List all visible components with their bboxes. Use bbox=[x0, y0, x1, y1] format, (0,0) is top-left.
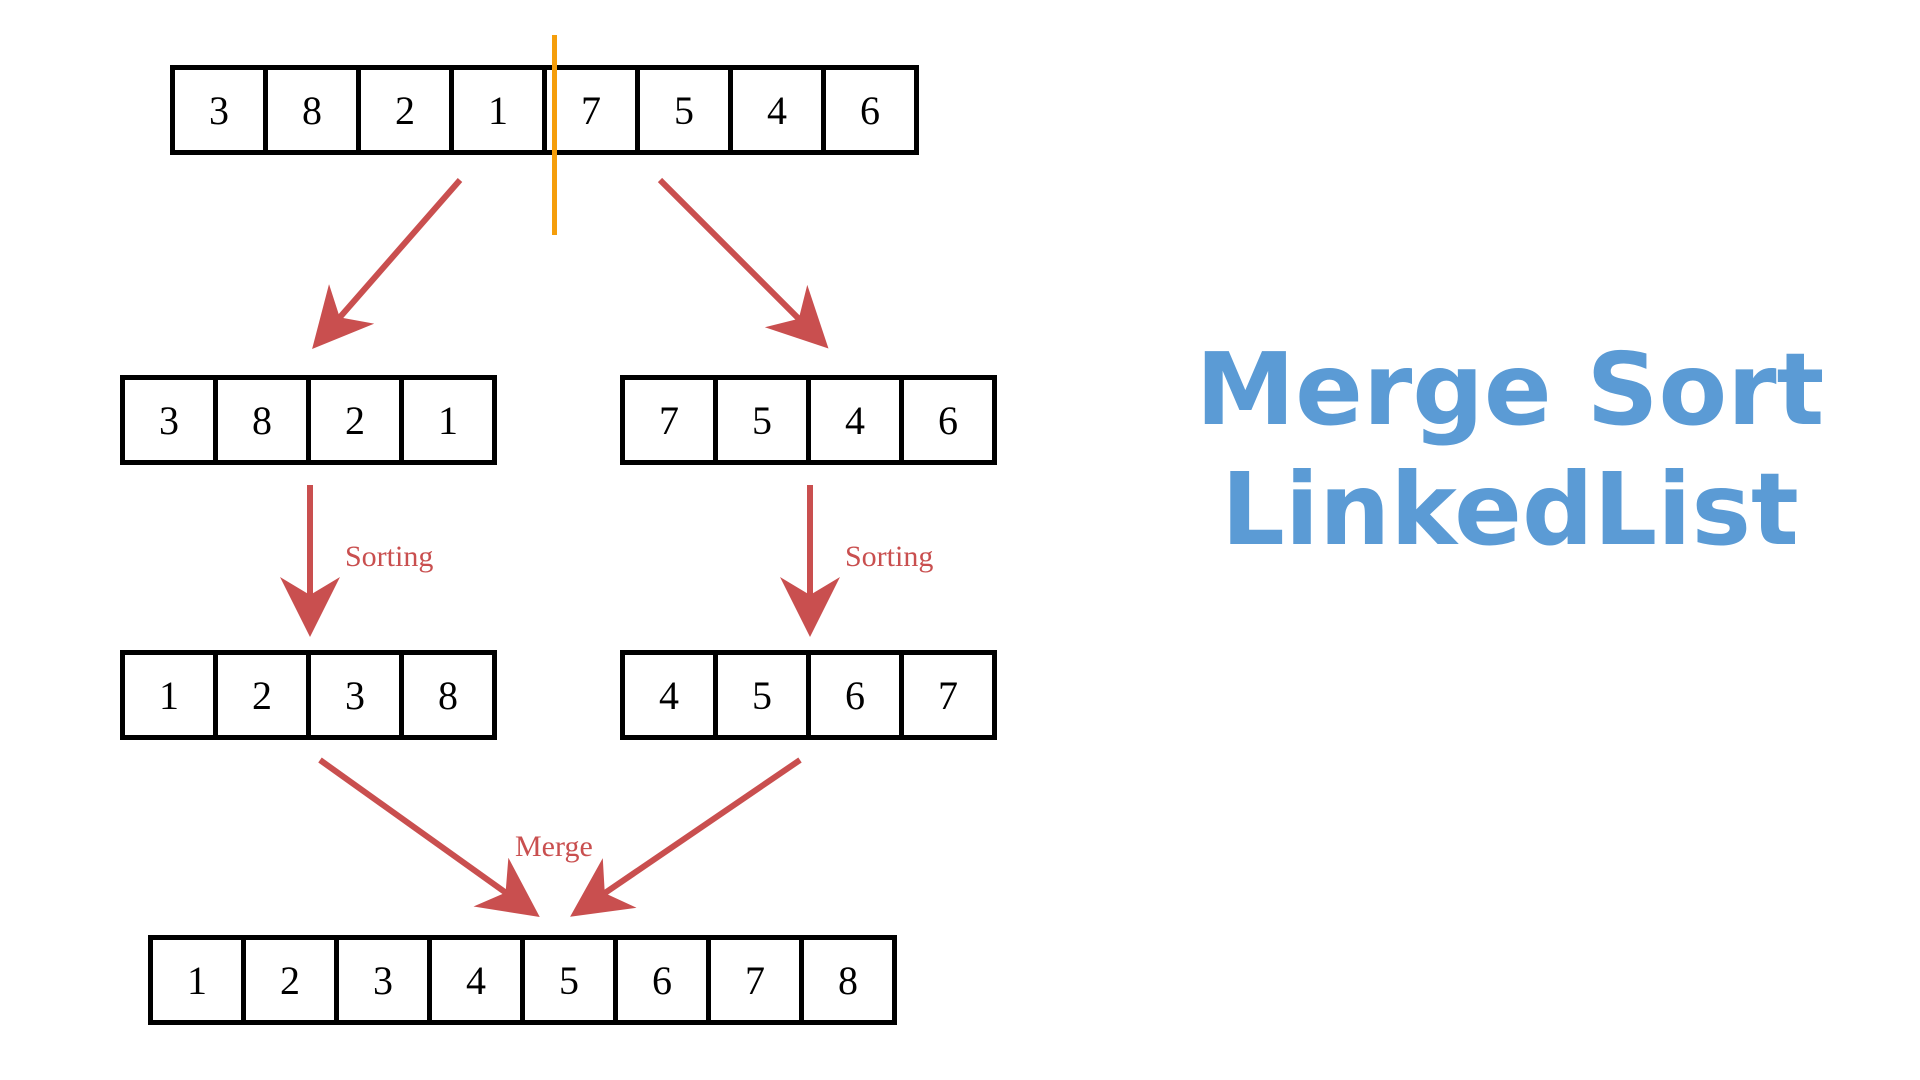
cell: 6 bbox=[806, 650, 904, 740]
array-row-split-left: 3 8 2 1 bbox=[120, 375, 497, 465]
cell: 7 bbox=[706, 935, 804, 1025]
label-sorting-right: Sorting bbox=[845, 540, 933, 574]
cell: 2 bbox=[306, 375, 404, 465]
label-sorting-left: Sorting bbox=[345, 540, 433, 574]
label-merge: Merge bbox=[515, 830, 593, 864]
cell: 1 bbox=[449, 65, 547, 155]
cell: 4 bbox=[620, 650, 718, 740]
cell: 6 bbox=[821, 65, 919, 155]
cell: 5 bbox=[635, 65, 733, 155]
cell: 8 bbox=[799, 935, 897, 1025]
merge-sort-diagram: 3 8 2 1 7 5 4 6 3 8 2 1 7 5 4 6 Sorting … bbox=[0, 0, 1100, 1080]
array-row-split-right: 7 5 4 6 bbox=[620, 375, 997, 465]
cell: 8 bbox=[263, 65, 361, 155]
cell: 4 bbox=[427, 935, 525, 1025]
page-title: Merge Sort LinkedList bbox=[1120, 330, 1900, 570]
cell: 3 bbox=[170, 65, 268, 155]
cell: 3 bbox=[306, 650, 404, 740]
cell: 1 bbox=[399, 375, 497, 465]
cell: 7 bbox=[620, 375, 718, 465]
cell: 5 bbox=[520, 935, 618, 1025]
cell: 5 bbox=[713, 650, 811, 740]
array-row-merged: 1 2 3 4 5 6 7 8 bbox=[148, 935, 897, 1025]
cell: 3 bbox=[120, 375, 218, 465]
cell: 1 bbox=[148, 935, 246, 1025]
cell: 2 bbox=[213, 650, 311, 740]
cell: 2 bbox=[241, 935, 339, 1025]
cell: 6 bbox=[613, 935, 711, 1025]
cell: 4 bbox=[728, 65, 826, 155]
cell: 8 bbox=[213, 375, 311, 465]
cell: 6 bbox=[899, 375, 997, 465]
cell: 3 bbox=[334, 935, 432, 1025]
cell: 4 bbox=[806, 375, 904, 465]
array-row-sorted-left: 1 2 3 8 bbox=[120, 650, 497, 740]
split-divider bbox=[552, 35, 557, 235]
title-line-1: Merge Sort bbox=[1196, 331, 1825, 448]
array-row-initial: 3 8 2 1 7 5 4 6 bbox=[170, 65, 919, 155]
cell: 2 bbox=[356, 65, 454, 155]
cell: 5 bbox=[713, 375, 811, 465]
arrows-layer bbox=[0, 0, 1100, 1080]
title-line-2: LinkedList bbox=[1221, 451, 1799, 568]
cell: 7 bbox=[899, 650, 997, 740]
cell: 1 bbox=[120, 650, 218, 740]
array-row-sorted-right: 4 5 6 7 bbox=[620, 650, 997, 740]
cell: 8 bbox=[399, 650, 497, 740]
